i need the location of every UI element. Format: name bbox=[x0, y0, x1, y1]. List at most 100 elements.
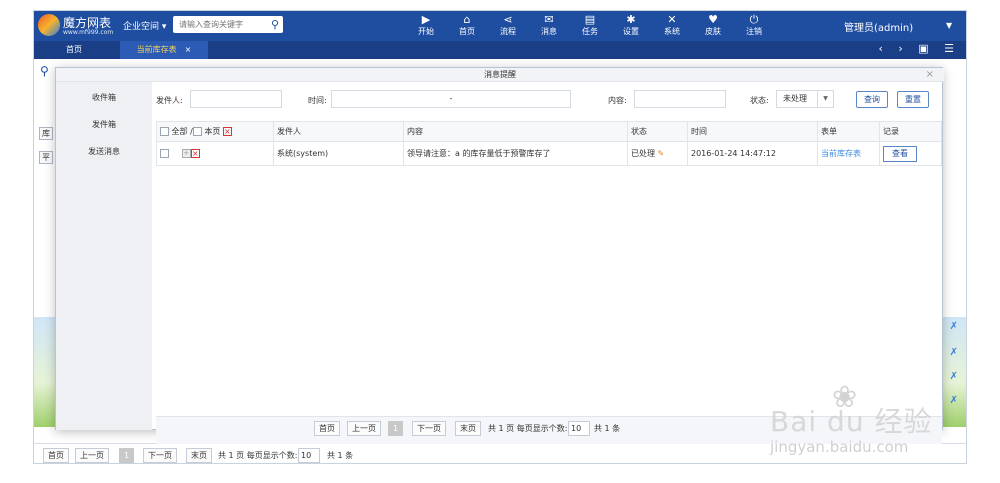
delete-icon[interactable]: × bbox=[190, 149, 200, 158]
global-search: ⚲ bbox=[173, 16, 283, 33]
nav-settings[interactable]: ✱ 设置 bbox=[616, 13, 646, 37]
last-page-button[interactable]: 末页 bbox=[186, 448, 212, 463]
tab-stock[interactable]: 当前库存表 × bbox=[120, 41, 208, 59]
shirt-icon: ♥ bbox=[708, 13, 718, 26]
search-input[interactable] bbox=[173, 16, 259, 33]
play-icon: ▶ bbox=[421, 13, 431, 26]
pager-total: 共 1 条 bbox=[594, 424, 621, 433]
task-icon: ▤ bbox=[584, 13, 596, 26]
sender-input[interactable] bbox=[190, 90, 282, 108]
pencil-icon[interactable]: ✎ bbox=[658, 149, 665, 158]
col-state: 状态 bbox=[627, 121, 688, 142]
home-icon: ⌂ bbox=[463, 13, 471, 26]
first-page-button[interactable]: 首页 bbox=[314, 421, 340, 436]
mail-icon: ✉ bbox=[544, 13, 554, 26]
close-icon[interactable]: × bbox=[926, 68, 934, 82]
nav-task[interactable]: ▤ 任务 bbox=[575, 13, 605, 37]
table-header: 全部 / 本页 × 发件人 内容 状态 时间 表单 记录 bbox=[156, 121, 942, 142]
cell-content: 领导请注意：a 的库存量低于预警库存了 bbox=[403, 141, 628, 166]
admin-user[interactable]: 管理员(admin) bbox=[844, 19, 913, 34]
search-icon[interactable]: ⚲ bbox=[40, 64, 49, 78]
cell-time: 2016-01-24 14:47:12 bbox=[687, 141, 818, 166]
pager-total: 共 1 条 bbox=[327, 451, 354, 460]
col-content: 内容 bbox=[403, 121, 628, 142]
query-button[interactable]: 查询 bbox=[856, 91, 888, 108]
message-table: 全部 / 本页 × 发件人 内容 状态 时间 表单 记录 + × 系统(syste… bbox=[156, 121, 942, 166]
content-label: 内容: bbox=[608, 96, 627, 105]
view-button[interactable]: 查看 bbox=[883, 145, 917, 162]
edit-icon[interactable]: ✗ bbox=[950, 321, 958, 332]
row-select: + × bbox=[156, 141, 274, 166]
sidebar-item-send[interactable]: 发送消息 bbox=[56, 146, 152, 157]
edit-icon[interactable]: ✗ bbox=[950, 347, 958, 358]
nav-system[interactable]: ✕ 系统 bbox=[657, 13, 687, 37]
reset-button[interactable]: 重置 bbox=[897, 91, 929, 108]
tools-icon: ✕ bbox=[667, 13, 677, 26]
tab-controls[interactable]: ‹ › ▣ ☰ bbox=[878, 42, 960, 55]
delete-icon[interactable]: × bbox=[222, 127, 232, 136]
cell-record: 查看 bbox=[879, 141, 942, 166]
select-header: 全部 / 本页 × bbox=[156, 121, 274, 142]
top-bar: 魔方网表 www.mf999.com 企业空间 ▾ ⚲ ▶开始 ⌂首页 ⋖流程 … bbox=[34, 11, 966, 41]
dialog-pager: 首页 上一页 1 下一页 末页 共 1 页 每页显示个数: 10 共 1 条 bbox=[156, 416, 942, 444]
close-icon[interactable]: × bbox=[185, 45, 192, 54]
page-size-input[interactable]: 10 bbox=[568, 421, 590, 436]
prev-page-button[interactable]: 上一页 bbox=[347, 421, 381, 436]
sidebar-item-inbox[interactable]: 收件箱 bbox=[56, 92, 152, 103]
content-input[interactable] bbox=[634, 90, 726, 108]
cell-state: 已处理 ✎ bbox=[627, 141, 688, 166]
nav-start[interactable]: ▶ 开始 bbox=[411, 13, 441, 37]
caret-down-icon[interactable]: ▼ bbox=[946, 21, 952, 30]
chevron-down-icon: ▼ bbox=[817, 91, 833, 107]
time-label: 时间: bbox=[308, 96, 327, 105]
last-page-button[interactable]: 末页 bbox=[455, 421, 481, 436]
search-icon[interactable]: ⚲ bbox=[271, 18, 279, 31]
page-size-input[interactable]: 10 bbox=[298, 448, 320, 463]
time-range-input[interactable]: - bbox=[331, 90, 571, 108]
nav-logout[interactable]: ⏻ 注销 bbox=[739, 13, 769, 37]
view-icon[interactable]: + bbox=[181, 149, 191, 158]
first-page-button[interactable]: 首页 bbox=[43, 448, 69, 463]
cell-sender: 系统(system) bbox=[273, 141, 404, 166]
edit-icon[interactable]: ✗ bbox=[950, 371, 958, 382]
current-page[interactable]: 1 bbox=[388, 421, 404, 436]
share-icon: ⋖ bbox=[503, 13, 513, 26]
nav-skin[interactable]: ♥ 皮肤 bbox=[698, 13, 728, 37]
brand-logo bbox=[38, 14, 60, 36]
power-icon: ⏻ bbox=[749, 13, 759, 26]
sender-label: 发件人: bbox=[156, 96, 183, 105]
tab-home[interactable]: 首页 bbox=[49, 41, 99, 59]
space-menu[interactable]: 企业空间 ▾ bbox=[123, 19, 166, 32]
nav-flow[interactable]: ⋖ 流程 bbox=[493, 13, 523, 37]
edit-icon[interactable]: ✗ bbox=[950, 395, 958, 406]
pager-info: 共 1 页 每页显示个数: bbox=[218, 451, 298, 460]
state-select[interactable]: 未处理 ▼ bbox=[776, 90, 834, 108]
gear-icon: ✱ bbox=[626, 13, 636, 26]
col-time: 时间 bbox=[687, 121, 818, 142]
next-page-button[interactable]: 下一页 bbox=[143, 448, 177, 463]
message-dialog: 消息提醒 × 收件箱 发件箱 发送消息 发件人: 时间: - 内容: 状态: 未… bbox=[55, 67, 944, 444]
dialog-title: 消息提醒 bbox=[56, 68, 944, 82]
checkbox-all[interactable] bbox=[160, 127, 169, 136]
sidebar-item-outbox[interactable]: 发件箱 bbox=[56, 119, 152, 130]
pager-info: 共 1 页 每页显示个数: bbox=[488, 424, 568, 433]
state-label: 状态: bbox=[750, 96, 769, 105]
brand-url: www.mf999.com bbox=[63, 29, 114, 36]
bg-side-item[interactable]: 平 bbox=[39, 151, 53, 164]
next-page-button[interactable]: 下一页 bbox=[412, 421, 446, 436]
row-checkbox[interactable] bbox=[160, 149, 169, 158]
col-sender: 发件人 bbox=[273, 121, 404, 142]
dialog-sidebar: 收件箱 发件箱 发送消息 bbox=[56, 82, 152, 430]
nav-home[interactable]: ⌂ 首页 bbox=[452, 13, 482, 37]
checkbox-page[interactable] bbox=[192, 127, 202, 136]
col-record: 记录 bbox=[879, 121, 942, 142]
bg-pager: 首页 上一页 1 下一页 末页 共 1 页 每页显示个数: 10 共 1 条 bbox=[34, 443, 966, 463]
current-page[interactable]: 1 bbox=[119, 448, 135, 463]
tab-strip: 首页 当前库存表 × ‹ › ▣ ☰ bbox=[34, 41, 966, 59]
cell-form[interactable]: 当前库存表 bbox=[817, 141, 880, 166]
table-row: + × 系统(system) 领导请注意：a 的库存量低于预警库存了 已处理 ✎ … bbox=[156, 141, 942, 166]
nav-message[interactable]: ✉ 消息 bbox=[534, 13, 564, 37]
prev-page-button[interactable]: 上一页 bbox=[75, 448, 109, 463]
bg-side-item[interactable]: 库 bbox=[39, 127, 53, 140]
col-form: 表单 bbox=[817, 121, 880, 142]
